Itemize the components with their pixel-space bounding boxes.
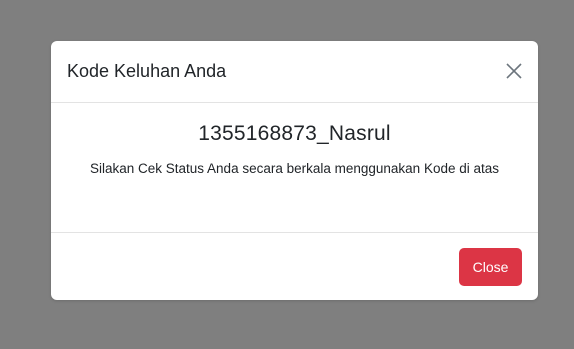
complaint-code: 1355168873_Nasrul bbox=[198, 122, 391, 145]
instruction-text: Silakan Cek Status Anda secara berkala m… bbox=[89, 161, 499, 176]
modal-header: Kode Keluhan Anda bbox=[51, 41, 538, 103]
modal-body: 1355168873_Nasrul Silakan Cek Status And… bbox=[51, 103, 538, 232]
modal-title: Kode Keluhan Anda bbox=[67, 61, 227, 81]
close-button[interactable]: Close bbox=[459, 248, 522, 286]
complaint-code-dialog: Kode Keluhan Anda 1355168873_Nasrul Sila… bbox=[51, 41, 538, 300]
close-icon[interactable] bbox=[502, 59, 526, 83]
modal-footer: Close bbox=[51, 232, 538, 300]
